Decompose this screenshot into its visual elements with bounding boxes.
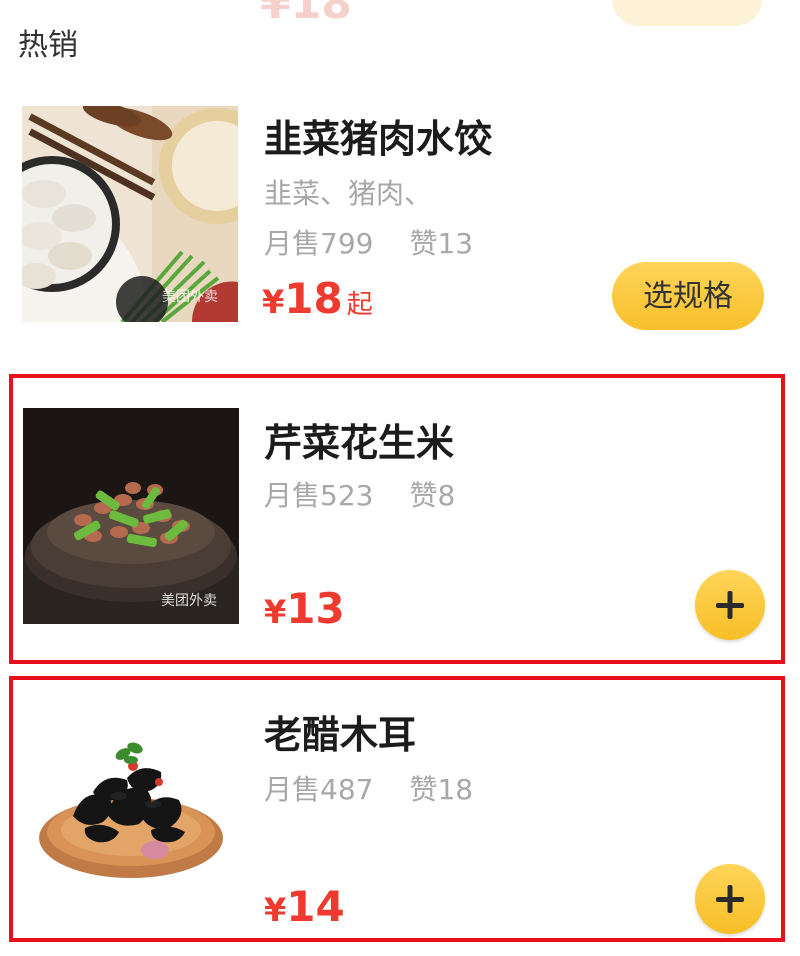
item-stats: 月售523 赞8 [264,474,455,514]
previous-item-button-cut[interactable] [612,0,762,26]
watermark: 美团外卖 [162,289,218,305]
likes-count: 赞18 [409,773,474,806]
item-price: ¥14 [264,882,345,931]
select-spec-button[interactable]: 选规格 [612,262,764,330]
monthly-sales: 月售523 [264,479,374,512]
likes-count: 赞13 [409,227,474,260]
plus-icon[interactable] [695,570,765,640]
item-name: 老醋木耳 [264,713,417,757]
celery-peanuts-photo[interactable]: 美团外卖 [23,408,239,624]
item-name: 韭菜猪肉水饺 [264,117,493,161]
monthly-sales: 月售799 [264,227,374,260]
price-value: 13 [286,584,345,633]
item-stats: 月售799 赞13 [264,222,473,262]
item-stats: 月售487 赞18 [264,768,473,808]
vinegar-fungus-photo[interactable] [23,696,239,912]
item-price: ¥13 [264,584,345,633]
item-ingredients: 韭菜、猪肉、 [264,177,433,210]
dumplings-photo[interactable]: 美团外卖 [22,106,238,322]
price-currency: ¥ [262,283,285,321]
menu-item[interactable]: 美团外卖 韭菜猪肉水饺 韭菜、猪肉、 月售799 赞13 ¥18 起 选规格 [0,104,800,334]
price-currency: ¥ [264,891,287,929]
section-title: 热销 [18,28,78,63]
menu-item-highlighted[interactable]: 美团外卖 芹菜花生米 月售523 赞8 ¥13 [9,374,785,664]
watermark: 美团外卖 [161,593,217,609]
item-name: 芹菜花生米 [264,421,455,465]
item-price: ¥18 起 [262,274,373,323]
price-currency: ¥ [264,593,287,631]
menu-page: ¥18 热销 美团外卖 韭菜猪肉水饺 韭菜、猪肉、 月售799 赞13 ¥18 … [0,0,800,956]
likes-count: 赞8 [409,479,456,512]
price-value: 18 [284,274,343,323]
price-value: 14 [286,882,345,931]
previous-item-price-cut: ¥18 [260,0,352,29]
monthly-sales: 月售487 [264,773,374,806]
price-suffix: 起 [346,290,373,320]
plus-icon[interactable] [695,864,765,934]
menu-item-highlighted[interactable]: 老醋木耳 月售487 赞18 ¥14 [9,676,785,942]
